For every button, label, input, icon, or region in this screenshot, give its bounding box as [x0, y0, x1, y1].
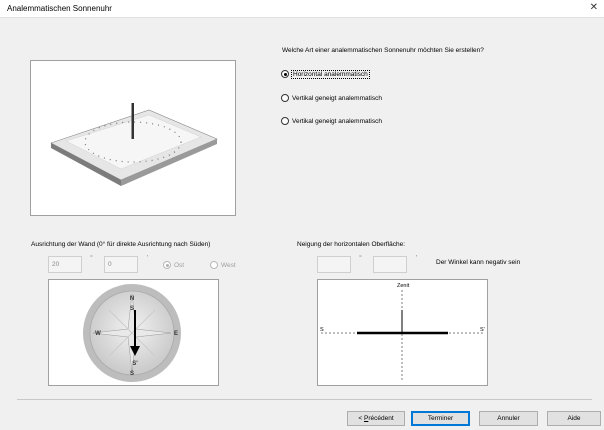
radio-vertical-1-label: Vertikal geneigt analemmatisch — [292, 94, 382, 102]
radio-vertical-2[interactable]: Vertikal geneigt analemmatisch — [281, 117, 382, 125]
slope-minutes-input[interactable] — [373, 256, 407, 273]
radio-vertical-2-indicator[interactable] — [281, 117, 289, 125]
wall-minute-symbol: ' — [147, 255, 149, 262]
slope-s-right: S' — [480, 327, 485, 333]
slope-diagram: Zenit S S' — [320, 283, 485, 380]
compass-panel: N S W E S' S — [48, 279, 219, 386]
radio-horizontal-label: Horizontal analemmatisch — [291, 69, 370, 79]
dial-type-question: Welche Art einer analemmatischen Sonnenu… — [282, 47, 484, 54]
radio-vertical-2-label: Vertikal geneigt analemmatisch — [292, 117, 382, 125]
radio-west[interactable]: West — [210, 261, 236, 269]
compass-illustration: N S W E S' S — [83, 284, 181, 382]
slope-minute-symbol: ' — [416, 255, 418, 262]
slope-degrees-input[interactable] — [317, 256, 351, 273]
sundial-preview-panel — [30, 60, 236, 216]
radio-horizontal-indicator[interactable] — [281, 70, 289, 78]
radio-west-indicator[interactable] — [210, 261, 218, 269]
slope-zenit: Zenit — [397, 283, 410, 289]
slope-diagram-panel: Zenit S S' — [317, 279, 488, 386]
wall-minutes-input[interactable]: 0 — [104, 256, 138, 273]
title-bar: Analemmatischen Sonnenuhr ✕ — [0, 0, 604, 18]
finish-button[interactable]: Terminer — [411, 411, 470, 426]
radio-vertical-1-indicator[interactable] — [281, 94, 289, 102]
radio-ost-indicator[interactable] — [163, 261, 171, 269]
window-title: Analemmatischen Sonnenuhr — [7, 4, 112, 13]
compass-east: E — [174, 331, 178, 337]
wall-degrees-input[interactable]: 20 — [48, 256, 82, 273]
radio-horizontal[interactable]: Horizontal analemmatisch — [281, 69, 370, 79]
slope-label: Neigung der horizontalen Oberfläche: — [297, 241, 406, 248]
wall-degree-symbol: ° — [90, 255, 93, 262]
compass-south: S — [130, 371, 134, 377]
cancel-button[interactable]: Annuler — [479, 411, 538, 426]
wall-orientation-label: Ausrichtung der Wand (0° für direkte Aus… — [31, 241, 211, 248]
close-icon[interactable]: ✕ — [590, 2, 598, 13]
radio-ost-label: Ost — [174, 261, 185, 269]
slope-s-left: S — [320, 327, 324, 333]
compass-south-top: S — [130, 306, 134, 312]
radio-ost[interactable]: Ost — [163, 261, 184, 269]
compass-south-prime: S' — [132, 361, 138, 367]
radio-vertical-1[interactable]: Vertikal geneigt analemmatisch — [281, 94, 382, 102]
radio-west-label: West — [221, 261, 236, 269]
help-button[interactable]: Aide — [547, 411, 601, 426]
slope-note: Der Winkel kann negativ sein — [436, 259, 521, 266]
compass-north: N — [130, 296, 134, 302]
previous-rest: récédent — [368, 415, 394, 422]
previous-button[interactable]: < Précédent — [347, 411, 405, 426]
footer-separator — [17, 399, 592, 400]
compass-west: W — [95, 331, 101, 337]
sundial-illustration — [50, 103, 218, 186]
slope-degree-symbol: ° — [359, 255, 362, 262]
